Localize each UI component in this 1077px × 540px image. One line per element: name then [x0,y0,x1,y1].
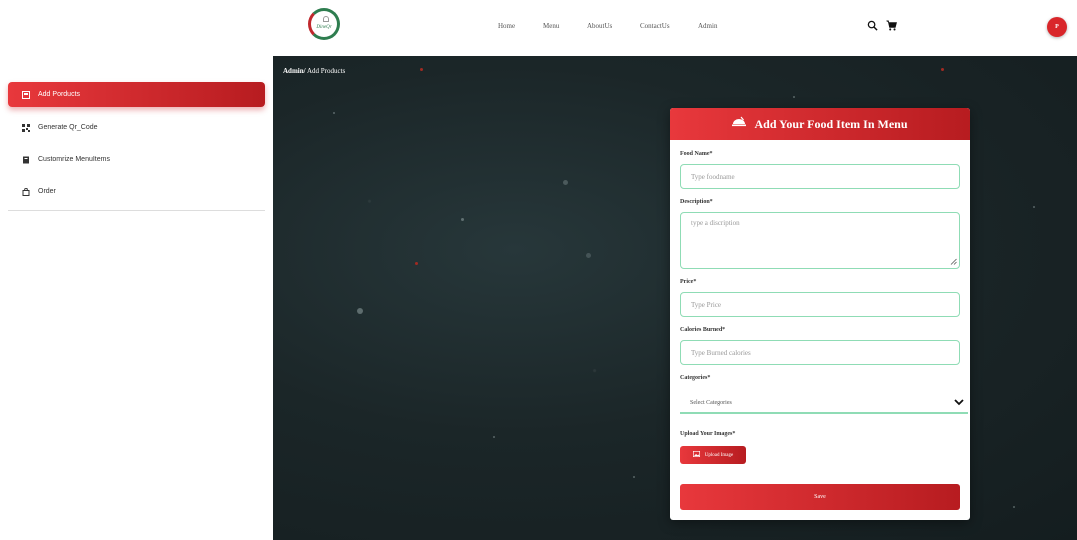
sidebar-item-order[interactable]: Order [8,179,265,204]
calories-input[interactable] [680,340,960,365]
nav-link-contactus[interactable]: ContactUs [640,22,670,30]
sidebar-divider [8,210,265,211]
calories-label: Calories Burned* [680,327,726,333]
resize-grip-icon[interactable] [950,258,957,265]
save-button[interactable]: Save [680,484,960,510]
image-icon [692,450,700,459]
nav-link-aboutus[interactable]: AboutUs [587,22,612,30]
sidebar-item-label: Generate Qr_Code [38,124,98,131]
logo-dish-icon [323,16,329,22]
price-input[interactable] [680,292,960,317]
images-label: Upload Your Images* [680,431,736,437]
cart-icon[interactable] [886,20,897,31]
search-icon[interactable] [867,20,878,31]
admin-sidebar: Add Porducts Generate Qr_Code Customrize… [0,56,273,540]
chevron-down-icon [954,398,964,409]
nav-link-menu[interactable]: Menu [543,22,559,30]
menu-items-icon [22,156,30,164]
breadcrumb-root[interactable]: Admin/ [283,67,306,75]
categories-selected-value: Select Categories [690,400,732,406]
form-header: Add Your Food Item In Menu [670,108,970,140]
description-textarea[interactable] [680,212,960,269]
description-label: Description* [680,199,713,205]
logo-text: DineQr [316,24,332,30]
sidebar-item-generate-qr[interactable]: Generate Qr_Code [8,115,265,140]
categories-label: Categories* [680,375,711,381]
main-content: Admin/ Add Products Add Your Food Item I… [273,56,1077,540]
nav-link-home[interactable]: Home [498,22,515,30]
sidebar-item-label: Order [38,188,56,195]
top-navbar: DineQr Home Menu AboutUs ContactUs Admin… [0,0,1077,56]
upload-image-label: Upload Image [704,452,734,458]
add-product-icon [22,90,30,99]
food-dish-icon [732,116,747,132]
nav-link-admin[interactable]: Admin [698,22,717,30]
form-title: Add Your Food Item In Menu [754,116,908,131]
breadcrumb-current: Add Products [306,67,346,75]
sidebar-item-label: Customrize MenuItems [38,156,110,163]
upload-image-button[interactable]: Upload Image [680,446,746,464]
price-label: Price* [680,279,697,285]
sidebar-item-add-products[interactable]: Add Porducts [8,82,265,107]
add-food-form-card: Add Your Food Item In Menu Food Name* De… [670,108,970,520]
breadcrumb: Admin/ Add Products [283,67,345,75]
qr-code-icon [22,123,30,132]
sidebar-item-label: Add Porducts [38,91,81,98]
brand-logo[interactable]: DineQr [308,8,340,40]
categories-select[interactable]: Select Categories [680,394,968,414]
sidebar-item-customize-menu[interactable]: Customrize MenuItems [8,147,265,172]
user-avatar[interactable]: P [1047,17,1067,37]
food-name-label: Food Name* [680,151,713,157]
food-name-input[interactable] [680,164,960,189]
order-icon [22,187,30,196]
